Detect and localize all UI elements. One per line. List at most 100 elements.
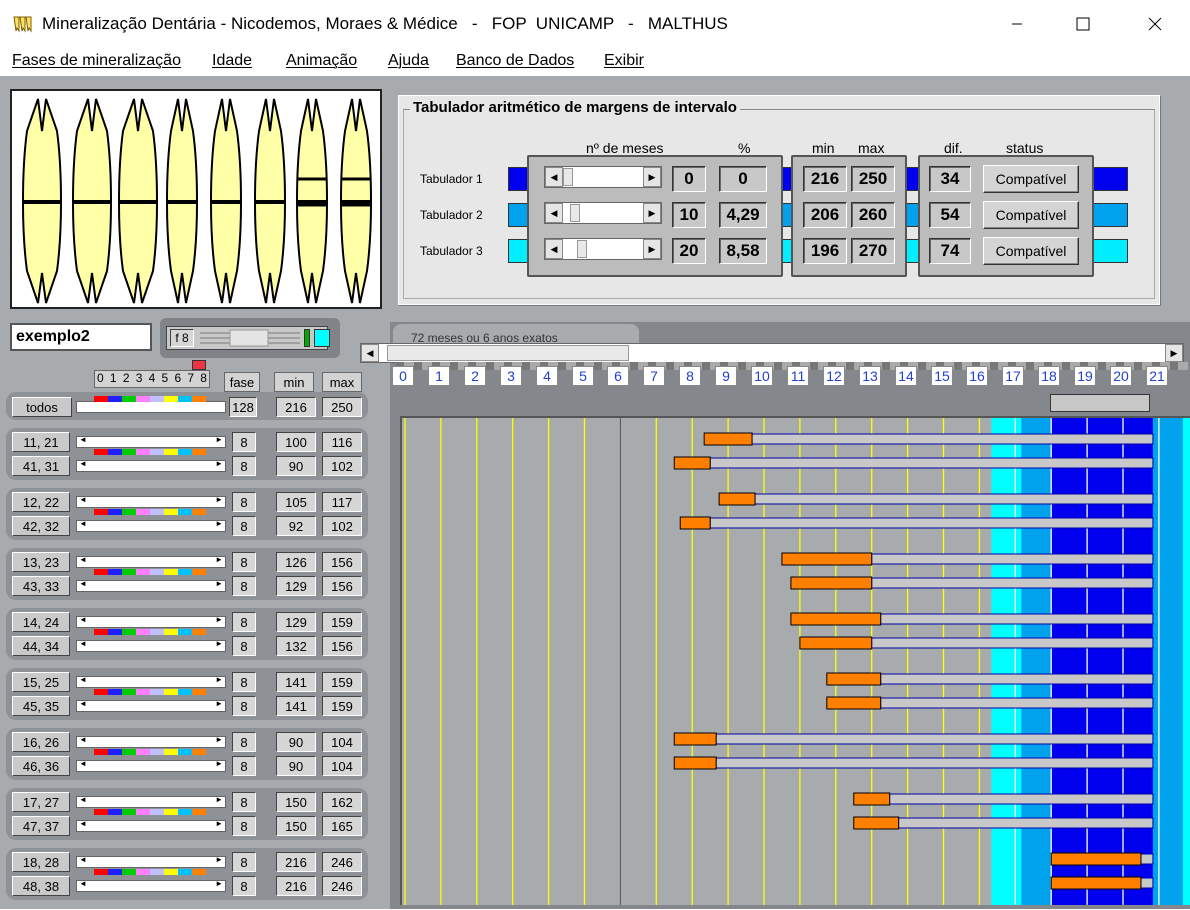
scroll-right-icon[interactable]: ► [215, 639, 223, 648]
tooth-phase-slider[interactable]: ◄ ► [76, 435, 226, 448]
scroll-right-icon[interactable]: ▶ [643, 239, 661, 259]
scroll-right-icon[interactable]: ► [215, 735, 223, 744]
tooth-phase-slider[interactable]: ◄ ► [76, 819, 226, 832]
menu-fases[interactable]: Fases de mineralização [12, 52, 181, 70]
scroll-right-icon[interactable]: ▶ [1165, 344, 1183, 362]
tooth-phase-slider[interactable]: ◄ ► [76, 855, 226, 868]
status-button[interactable]: Compatível [983, 237, 1079, 265]
tooth-phase-slider[interactable]: ◄ ► [76, 759, 226, 772]
tooth-phase-slider[interactable]: ◄ ► [76, 495, 226, 508]
scroll-left-icon[interactable]: ◄ [79, 819, 87, 828]
tooth-phase-slider[interactable]: ◄ ► [76, 879, 226, 892]
tooth-phase-slider[interactable]: ◄ ► [76, 519, 226, 532]
timeline-scrollbar[interactable]: ◀ ▶ [360, 343, 1184, 363]
meses-thumb[interactable] [570, 204, 580, 222]
status-button[interactable]: Compatível [983, 165, 1079, 193]
meses-thumb[interactable] [577, 240, 587, 258]
scroll-left-icon[interactable]: ◀ [361, 344, 379, 362]
tooth-phase-slider[interactable]: ◄ ► [76, 735, 226, 748]
scroll-right-icon[interactable]: ► [215, 579, 223, 588]
tooth-phase-slider[interactable]: ◄ ► [76, 459, 226, 472]
tooth-pair-button[interactable]: 11, 21 [12, 432, 70, 452]
scroll-right-icon[interactable]: ► [215, 615, 223, 624]
tooth-pair-button[interactable]: 15, 25 [12, 672, 70, 692]
meses-thumb[interactable] [563, 168, 573, 186]
tooth-pair-button[interactable]: 41, 31 [12, 456, 70, 476]
tooth-pair-button[interactable]: 42, 32 [12, 516, 70, 536]
scroll-right-icon[interactable]: ► [215, 855, 223, 864]
tooth-phase-slider[interactable]: ◄ ► [76, 699, 226, 712]
tooth-pair-button[interactable]: 14, 24 [12, 612, 70, 632]
scroll-left-icon[interactable]: ◀ [545, 167, 563, 187]
tooth-phase-slider[interactable]: ◄ ► [76, 579, 226, 592]
scroll-left-icon[interactable]: ◄ [79, 615, 87, 624]
scroll-left-icon[interactable]: ◄ [79, 519, 87, 528]
menu-ajuda[interactable]: Ajuda [388, 52, 429, 70]
tooth-pair-button[interactable]: 12, 22 [12, 492, 70, 512]
tooth-pair-button[interactable]: 43, 33 [12, 576, 70, 596]
scroll-right-icon[interactable]: ► [215, 435, 223, 444]
scroll-right-icon[interactable]: ▶ [643, 203, 661, 223]
tooth-pair-button[interactable]: 47, 37 [12, 816, 70, 836]
scroll-left-icon[interactable]: ◄ [79, 639, 87, 648]
tooth-pair-button[interactable]: 44, 34 [12, 636, 70, 656]
scroll-right-icon[interactable]: ► [215, 795, 223, 804]
tooth-pair-button[interactable]: 18, 28 [12, 852, 70, 872]
tooth-pair-button[interactable]: 16, 26 [12, 732, 70, 752]
scroll-left-icon[interactable]: ◄ [79, 879, 87, 888]
frame-slider[interactable] [200, 328, 304, 348]
scroll-left-icon[interactable]: ◄ [79, 735, 87, 744]
scroll-left-icon[interactable]: ◄ [79, 855, 87, 864]
tooth-fase: 8 [232, 696, 256, 716]
scroll-left-icon[interactable]: ◄ [79, 495, 87, 504]
menu-animacao[interactable]: Animação [286, 52, 357, 70]
meses-value: 20 [672, 238, 706, 264]
teeth-diagram[interactable] [10, 89, 382, 309]
tooth-phase-slider[interactable]: ◄ ► [76, 675, 226, 688]
scroll-left-icon[interactable]: ◄ [79, 795, 87, 804]
scroll-right-icon[interactable]: ► [215, 495, 223, 504]
tooth-pair-button[interactable]: 13, 23 [12, 552, 70, 572]
tooth-pair-button[interactable]: 17, 27 [12, 792, 70, 812]
project-name-field[interactable]: exemplo2 [10, 323, 152, 351]
scroll-left-icon[interactable]: ◄ [79, 435, 87, 444]
status-button[interactable]: Compatível [983, 201, 1079, 229]
maximize-button[interactable] [1060, 0, 1106, 48]
tooth-phase-slider[interactable]: ◄ ► [76, 615, 226, 628]
scroll-right-icon[interactable]: ► [215, 519, 223, 528]
meses-scrollbar[interactable]: ◀ ▶ [544, 166, 662, 188]
menu-idade[interactable]: Idade [212, 52, 252, 70]
scroll-right-icon[interactable]: ► [215, 819, 223, 828]
tooth-phase-slider[interactable]: ◄ ► [76, 639, 226, 652]
scroll-left-icon[interactable]: ◄ [79, 699, 87, 708]
tooth-pair-button[interactable]: 48, 38 [12, 876, 70, 896]
scroll-left-icon[interactable]: ◄ [79, 579, 87, 588]
close-button[interactable] [1132, 0, 1178, 48]
scroll-left-icon[interactable]: ◄ [79, 459, 87, 468]
scroll-left-icon[interactable]: ◀ [545, 203, 563, 223]
scroll-left-icon[interactable]: ◀ [545, 239, 563, 259]
todos-slider[interactable] [76, 401, 226, 413]
scroll-right-icon[interactable]: ▶ [643, 167, 661, 187]
scroll-right-icon[interactable]: ► [215, 675, 223, 684]
scroll-right-icon[interactable]: ► [215, 555, 223, 564]
menu-exibir[interactable]: Exibir [604, 52, 644, 70]
menu-banco-de-dados[interactable]: Banco de Dados [456, 52, 574, 70]
scroll-right-icon[interactable]: ► [215, 459, 223, 468]
scroll-thumb[interactable] [387, 345, 629, 361]
scroll-left-icon[interactable]: ◄ [79, 675, 87, 684]
meses-scrollbar[interactable]: ◀ ▶ [544, 238, 662, 260]
tooth-phase-slider[interactable]: ◄ ► [76, 555, 226, 568]
tooth-pair-button[interactable]: 45, 35 [12, 696, 70, 716]
meses-scrollbar[interactable]: ◀ ▶ [544, 202, 662, 224]
scroll-left-icon[interactable]: ◄ [79, 759, 87, 768]
color-swatch[interactable] [314, 329, 330, 347]
minimize-button[interactable] [994, 0, 1040, 48]
todos-button[interactable]: todos [12, 397, 72, 417]
scroll-right-icon[interactable]: ► [215, 699, 223, 708]
scroll-left-icon[interactable]: ◄ [79, 555, 87, 564]
scroll-right-icon[interactable]: ► [215, 759, 223, 768]
scroll-right-icon[interactable]: ► [215, 879, 223, 888]
tooth-pair-button[interactable]: 46, 36 [12, 756, 70, 776]
tooth-phase-slider[interactable]: ◄ ► [76, 795, 226, 808]
